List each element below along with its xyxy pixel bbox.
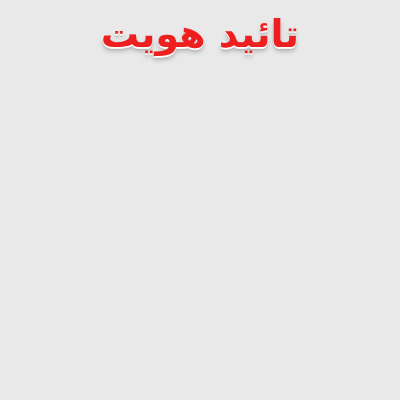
blank-content-area [0, 70, 400, 400]
identity-verification-screen: تائید هویت [0, 0, 400, 400]
page-title: تائید هویت [100, 12, 300, 56]
